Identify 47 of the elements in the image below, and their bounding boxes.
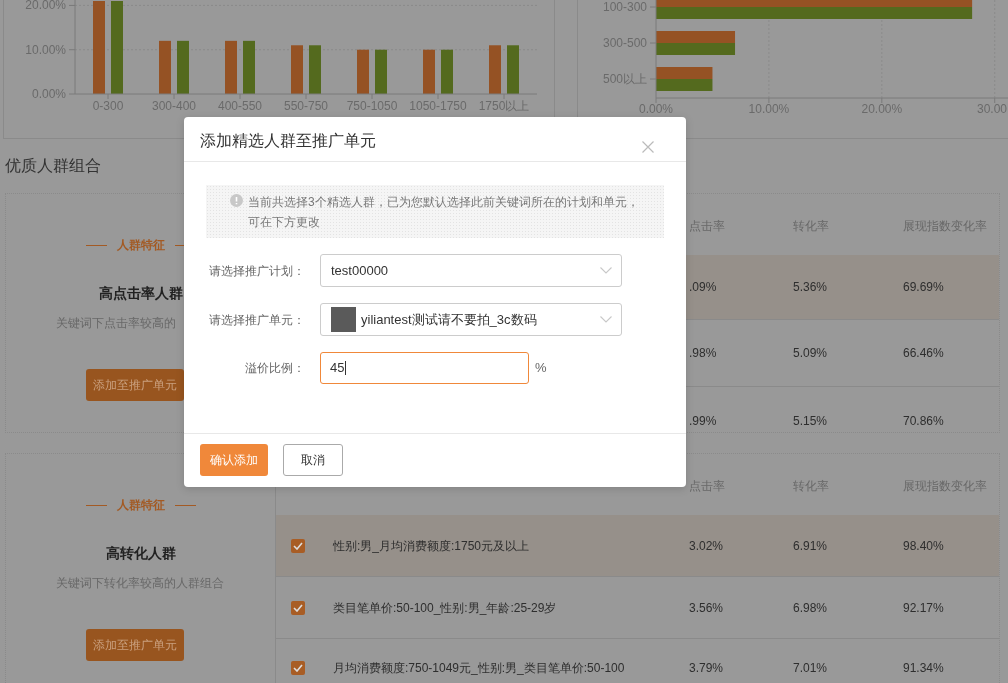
check-icon bbox=[293, 603, 303, 612]
table-cell: 91.34% bbox=[903, 660, 944, 676]
table-cell: 70.86% bbox=[903, 413, 944, 429]
table-cell: .98% bbox=[689, 345, 717, 361]
table-cell: 5.09% bbox=[793, 345, 828, 361]
select-field[interactable]: test00000 bbox=[320, 254, 622, 287]
chevron-down-icon bbox=[600, 316, 612, 323]
cancel-button[interactable]: 取消 bbox=[283, 444, 343, 476]
field-label: 请选择推广单元： bbox=[209, 311, 305, 328]
check-icon bbox=[293, 664, 303, 672]
unit-label: % bbox=[535, 360, 547, 376]
check-icon bbox=[293, 541, 303, 550]
table-cell: 69.69% bbox=[903, 279, 944, 295]
table-cell: .09% bbox=[689, 279, 717, 295]
notice-text: 当前共选择3个精选人群，已为您默认选择此前关键词所在的计划和单元，可在下方更改 bbox=[248, 194, 640, 231]
group-title: 高转化人群 bbox=[105, 544, 176, 563]
info-icon bbox=[230, 194, 243, 207]
table-cell: 66.46% bbox=[903, 345, 944, 361]
checkbox[interactable] bbox=[291, 600, 305, 615]
field-label: 溢价比例： bbox=[245, 360, 305, 376]
table-cell: 98.40% bbox=[903, 537, 944, 554]
table-cell: 5.15% bbox=[793, 413, 828, 429]
table-cell: .99% bbox=[689, 413, 717, 429]
checkbox[interactable] bbox=[291, 538, 305, 553]
table-cell: 3.79% bbox=[689, 660, 724, 676]
dialog-title: 添加精选人群至推广单元 bbox=[200, 131, 376, 151]
text-cursor bbox=[345, 361, 347, 375]
select-field[interactable]: yiliantest测试请不要拍_3c数码 bbox=[320, 303, 622, 336]
audience-name: 类目笔单价:50-100_性别:男_年龄:25-29岁 bbox=[333, 599, 557, 616]
feature-label: 人群特征 bbox=[116, 237, 165, 253]
group-title: 高点击率人群 bbox=[98, 284, 183, 303]
table-cell: 6.91% bbox=[793, 537, 828, 554]
field-label: 请选择推广计划： bbox=[209, 262, 305, 279]
table-cell: 3.02% bbox=[689, 537, 724, 554]
audience-name: 月均消费额度:750-1049元_性别:男_类目笔单价:50-100 bbox=[333, 660, 625, 676]
ratio-input[interactable]: 45 bbox=[320, 352, 529, 384]
table-cell: 3.56% bbox=[689, 599, 724, 616]
checkbox[interactable] bbox=[291, 661, 305, 675]
chevron-down-icon bbox=[600, 267, 612, 274]
feature-label: 人群特征 bbox=[116, 497, 165, 513]
table-cell: 5.36% bbox=[793, 279, 828, 295]
section-title: 优质人群组合 bbox=[5, 156, 101, 176]
table-cell: 7.01% bbox=[793, 660, 828, 676]
table-cell: 92.17% bbox=[903, 599, 944, 616]
audience-name: 性别:男_月均消费额度:1750元及以上 bbox=[333, 537, 530, 554]
table-cell: 6.98% bbox=[793, 599, 828, 616]
close-icon[interactable] bbox=[642, 141, 654, 153]
